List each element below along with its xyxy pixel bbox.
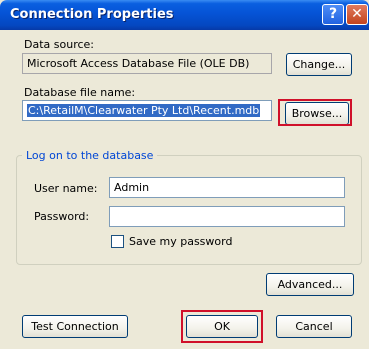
database-file-field[interactable]: C:\RetailM\Clearwater Pty Ltd\Recent.mdb	[22, 100, 272, 121]
save-password-label[interactable]: Save my password	[129, 235, 232, 248]
cancel-button[interactable]: Cancel	[276, 315, 352, 338]
connection-properties-dialog: Connection Properties ? ✕ Data source: M…	[0, 0, 369, 349]
password-label: Password:	[34, 210, 90, 223]
test-connection-button[interactable]: Test Connection	[22, 315, 128, 338]
close-button[interactable]: ✕	[346, 4, 368, 25]
advanced-button[interactable]: Advanced...	[266, 273, 354, 296]
save-password-checkbox[interactable]	[111, 235, 124, 248]
logon-group-label: Log on to the database	[22, 149, 158, 162]
database-file-path: C:\RetailM\Clearwater Pty Ltd\Recent.mdb	[27, 104, 261, 117]
data-source-label: Data source:	[24, 38, 94, 51]
browse-button[interactable]: Browse...	[285, 102, 349, 125]
help-button[interactable]: ?	[322, 4, 344, 25]
user-name-label: User name:	[34, 182, 98, 195]
data-source-field: Microsoft Access Database File (OLE DB)	[22, 53, 272, 74]
change-button[interactable]: Change...	[286, 53, 352, 76]
title-bar[interactable]: Connection Properties ? ✕	[0, 0, 369, 30]
password-field[interactable]	[109, 206, 345, 227]
database-file-label: Database file name:	[24, 86, 136, 99]
user-name-field[interactable]: Admin	[109, 177, 345, 198]
window-title: Connection Properties	[10, 7, 174, 22]
ok-button[interactable]: OK	[186, 315, 258, 338]
